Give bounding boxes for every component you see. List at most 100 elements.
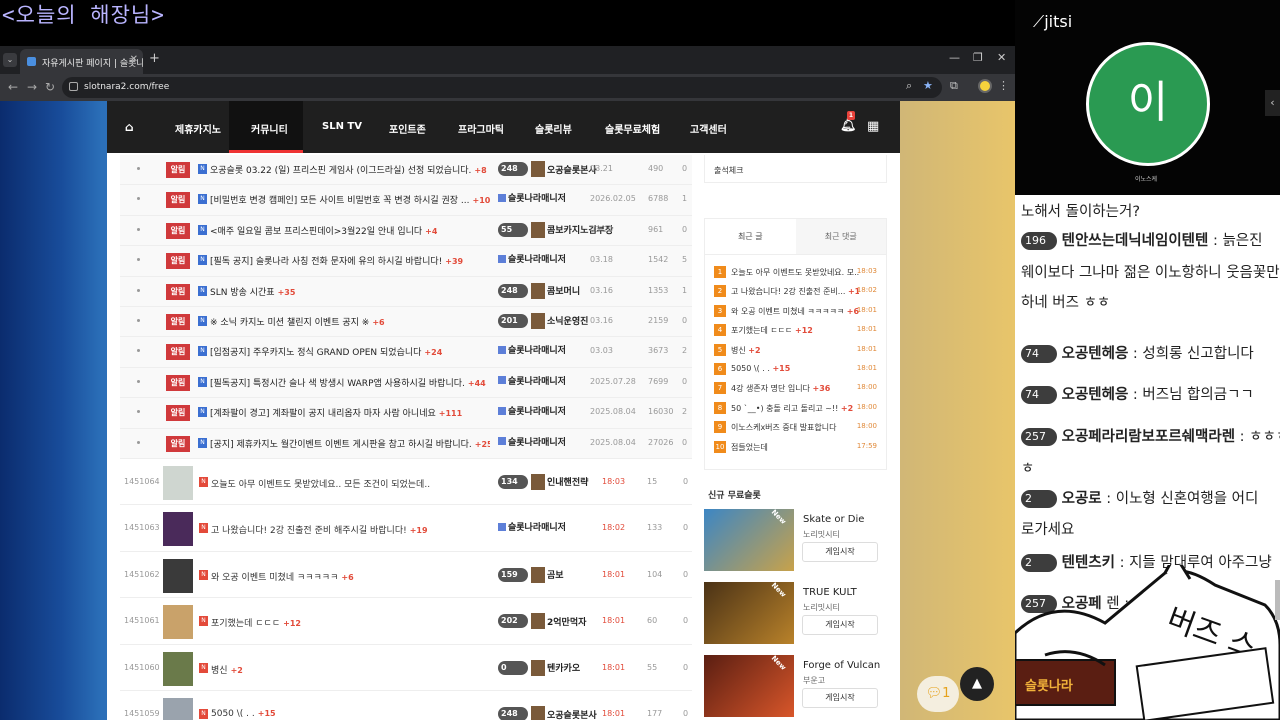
participant-avatar[interactable]: 이 xyxy=(1086,42,1210,166)
recent-item[interactable]: 10 점들었는데 17:59 xyxy=(714,438,886,457)
slot-thumbnail[interactable]: New xyxy=(704,508,794,571)
notice-row[interactable]: 알림 N ※ 소닉 카지노 미션 챌린지 이벤트 공지 ※ +6 201 소닉운영진 03.… xyxy=(120,306,692,338)
post-title[interactable]: 포기했는데 ㄷㄷㄷ +12 xyxy=(211,616,301,629)
post-title[interactable]: 5050 \( . . +15 xyxy=(211,709,276,719)
post-title[interactable]: <매주 일요일 콤보 프리스핀데이>3월22일 안내 입니다 +4 xyxy=(210,224,437,237)
new-tab-button[interactable]: + xyxy=(149,51,160,66)
nav-item[interactable]: 슬롯리뷰 xyxy=(535,121,572,136)
post-title[interactable]: [비밀번호 변경 캠페인] 모든 사이트 비밀번호 꼭 변경 하시길 권장 ..… xyxy=(210,193,490,206)
profile-avatar[interactable] xyxy=(978,79,992,93)
post-title[interactable]: [입점공지] 주우카지노 정식 GRAND OPEN 되었습니다 +24 xyxy=(210,345,442,358)
author[interactable]: 슬롯나라매니저 xyxy=(498,520,566,533)
notice-row[interactable]: 알림 N [필독 공지] 슬롯나라 사칭 전화 문자에 유의 하시길 바랍니다! +3… xyxy=(120,246,692,277)
restore-button[interactable]: ❐ xyxy=(973,51,983,64)
nav-item[interactable]: 제휴카지노 xyxy=(175,121,221,136)
recent-title[interactable]: 병신 +2 xyxy=(731,345,761,356)
nav-item[interactable]: 슬롯무료체험 xyxy=(605,121,660,136)
recent-item[interactable]: 4 포기했는데 ㄷㄷㄷ +12 18:01 xyxy=(714,321,886,340)
post-title[interactable]: 고 나왔습니다! 2강 진출전 준비 해주시길 바랍니다! +19 xyxy=(211,523,428,536)
recent-item[interactable]: 9 이노스케x버즈 중대 발표합니다 18:00 xyxy=(714,418,886,437)
author[interactable]: 248 오공슬롯본사 xyxy=(498,706,597,720)
attendance-link[interactable]: 출석체크 xyxy=(704,155,887,183)
close-window-button[interactable]: ✕ xyxy=(997,51,1006,64)
notice-row[interactable]: 알림 N [공지] 제휴카지노 월간이벤트 이벤트 게시판을 참고 하시길 바랍니다… xyxy=(120,428,692,459)
author[interactable]: 202 2억만먹자 xyxy=(498,613,586,630)
post-title[interactable]: 오공슬롯 03.22 (일) 프리스핀 게임사 (이그드라실) 선정 되었습니다… xyxy=(210,163,487,176)
reload-icon[interactable]: ↻ xyxy=(45,80,55,94)
notice-row[interactable]: 알림 N SLN 방송 시간표 +35 248 콤보머니 03.16 1353 1 xyxy=(120,276,692,307)
notice-row[interactable]: 알림 N [비밀번호 변경 캠페인] 모든 사이트 비밀번호 꼭 변경 하시길 권장… xyxy=(120,185,692,216)
slot-thumbnail[interactable]: New xyxy=(704,581,794,644)
post-row[interactable]: 1451060 N 병신 +2 0 텐카카오 18:01 55 0 xyxy=(120,644,692,692)
post-row[interactable]: 1451063 N 고 나왔습니다! 2강 진출전 준비 해주시길 바랍니다! +19… xyxy=(120,505,692,552)
post-title[interactable]: [필독공지] 특정시간 슬나 색 방생시 WARP앱 사용하시길 바랍니다. +4… xyxy=(210,376,486,389)
url-input[interactable]: slotnara2.com/free xyxy=(62,77,942,98)
post-title[interactable]: 오늘도 아무 이벤트도 못받았네요.. 모든 조건이 되었는데.. xyxy=(211,477,430,490)
slot-thumbnail[interactable]: New xyxy=(704,654,794,717)
recent-item[interactable]: 3 와 오공 이벤트 미쳤네 ㅋㅋㅋㅋㅋ +6 18:01 xyxy=(714,302,886,321)
post-thumbnail[interactable] xyxy=(163,558,193,593)
zoom-icon[interactable]: ⌕ xyxy=(906,79,912,93)
minimize-button[interactable]: — xyxy=(949,51,960,64)
post-thumbnail[interactable] xyxy=(163,651,193,686)
recent-title[interactable]: 고 나왔습니다! 2강 진출전 준비... +19 xyxy=(731,286,859,297)
notice-row[interactable]: 알림 N [계좌팔이 경고] 계좌팔이 공지 내리옵자 마자 사람 아니네요 +111… xyxy=(120,398,692,429)
notice-row[interactable]: 알림 N [입점공지] 주우카지노 정식 GRAND OPEN 되었습니다 +24 슬롯… xyxy=(120,337,692,368)
chat-fab-button[interactable]: 💬︎1 xyxy=(917,676,959,712)
extensions-icon[interactable]: ⧉ xyxy=(950,79,958,93)
post-title[interactable]: [계좌팔이 경고] 계좌팔이 공지 내리옵자 마자 사람 아니네요 +111 xyxy=(210,406,462,419)
notice-row[interactable]: 알림 N [필독공지] 특정시간 슬나 색 방생시 WARP앱 사용하시길 바랍니다… xyxy=(120,367,692,399)
post-thumbnail[interactable] xyxy=(163,512,193,547)
post-row[interactable]: 1451061 N 포기했는데 ㄷㄷㄷ +12 202 2억만먹자 18:01 60 0 xyxy=(120,598,692,645)
tab-recent-posts[interactable]: 최근 글 xyxy=(705,219,796,254)
post-row[interactable]: 1451064 N 오늘도 아무 이벤트도 못받았네요.. 모든 조건이 되었는데.… xyxy=(120,458,692,506)
post-title[interactable]: ※ 소닉 카지노 미션 챌린지 이벤트 공지 ※ +6 xyxy=(210,315,385,328)
tab-list-button[interactable]: ⌄ xyxy=(3,53,17,67)
recent-title[interactable]: 오늘도 아무 이벤트도 못받았네요. 모... xyxy=(731,267,859,278)
post-row[interactable]: 1451062 N 와 오공 이벤트 미쳤네 ㅋㅋㅋㅋㅋ +6 159 곰보 18:01 10… xyxy=(120,551,692,599)
author[interactable]: 201 소닉운영진 xyxy=(498,312,588,329)
post-title[interactable]: 와 오공 이벤트 미쳤네 ㅋㅋㅋㅋㅋ +6 xyxy=(211,570,354,583)
play-button[interactable]: 게임시작 xyxy=(802,542,878,562)
bell-icon[interactable]: 🔔︎ xyxy=(840,118,857,133)
author[interactable]: 슬롯나라매니저 xyxy=(498,191,566,204)
back-icon[interactable]: ← xyxy=(8,80,18,94)
nav-item[interactable]: SLN TV xyxy=(322,121,362,132)
chevron-left-icon[interactable]: ‹ xyxy=(1265,90,1280,116)
recent-title[interactable]: 4강 생존자 명단 입니다 +36 xyxy=(731,383,830,394)
tab-close-icon[interactable]: ✕ xyxy=(130,54,138,65)
nav-item[interactable]: 프라그마틱 xyxy=(458,121,504,136)
bookmark-star-icon[interactable]: ★ xyxy=(923,79,933,92)
author[interactable]: 248 콤보머니 xyxy=(498,282,580,299)
recent-item[interactable]: 8 50 `__•) 충돌 리고 돌리고 ~!! +2 18:00 xyxy=(714,399,886,418)
post-title[interactable]: [공지] 제휴카지노 월간이벤트 이벤트 게시판을 참고 하시길 바랍니다. +2… xyxy=(210,437,490,450)
recent-item[interactable]: 2 고 나왔습니다! 2강 진출전 준비... +1918:02 xyxy=(714,282,886,301)
slot-card[interactable]: New Skate or Die 노리밋시티 게임시작 xyxy=(704,508,887,573)
tab-recent-comments[interactable]: 최근 댓글 xyxy=(795,219,886,254)
grid-menu-icon[interactable]: ▦ xyxy=(867,119,879,134)
author[interactable]: 슬롯나라매니저 xyxy=(498,252,566,265)
author[interactable]: 159 곰보 xyxy=(498,566,564,583)
play-button[interactable]: 게임시작 xyxy=(802,688,878,708)
author[interactable]: 248 오공슬롯본사 xyxy=(498,161,597,177)
site-info-icon[interactable] xyxy=(69,82,78,91)
post-title[interactable]: [필독 공지] 슬롯나라 사칭 전화 문자에 유의 하시길 바랍니다! +39 xyxy=(210,254,463,267)
recent-item[interactable]: 5 병신 +2 18:01 xyxy=(714,341,886,360)
author[interactable]: 0 텐카카오 xyxy=(498,659,580,676)
author[interactable]: 슬롯나라매니저 xyxy=(498,404,566,417)
post-title[interactable]: 병신 +2 xyxy=(211,663,243,676)
slot-card[interactable]: New Forge of Vulcan 부운고 게임시작 xyxy=(704,654,887,719)
browser-tab[interactable]: 자유게시판 페이지 | 슬롯나라 ✕ xyxy=(20,49,143,74)
recent-title[interactable]: 50 `__•) 충돌 리고 돌리고 ~!! +2 xyxy=(731,403,853,414)
recent-title[interactable]: 와 오공 이벤트 미쳤네 ㅋㅋㅋㅋㅋ +6 xyxy=(731,306,859,317)
nav-item[interactable]: 포인트존 xyxy=(389,121,426,136)
recent-title[interactable]: 5050 \( . . +15 xyxy=(731,364,790,373)
post-title[interactable]: SLN 방송 시간표 +35 xyxy=(210,285,295,298)
nav-item[interactable]: 커뮤니티 xyxy=(251,121,288,136)
recent-item[interactable]: 6 5050 \( . . +15 18:01 xyxy=(714,360,886,379)
slot-card[interactable]: New TRUE KULT 노리밋시티 게임시작 xyxy=(704,581,887,646)
post-thumbnail[interactable] xyxy=(163,605,193,640)
post-row[interactable]: 1451059 N 5050 \( . . +15 248 오공슬롯본사 18:01 177 0 xyxy=(120,691,692,720)
recent-title[interactable]: 점들었는데 xyxy=(731,442,768,453)
post-thumbnail[interactable] xyxy=(163,465,193,500)
